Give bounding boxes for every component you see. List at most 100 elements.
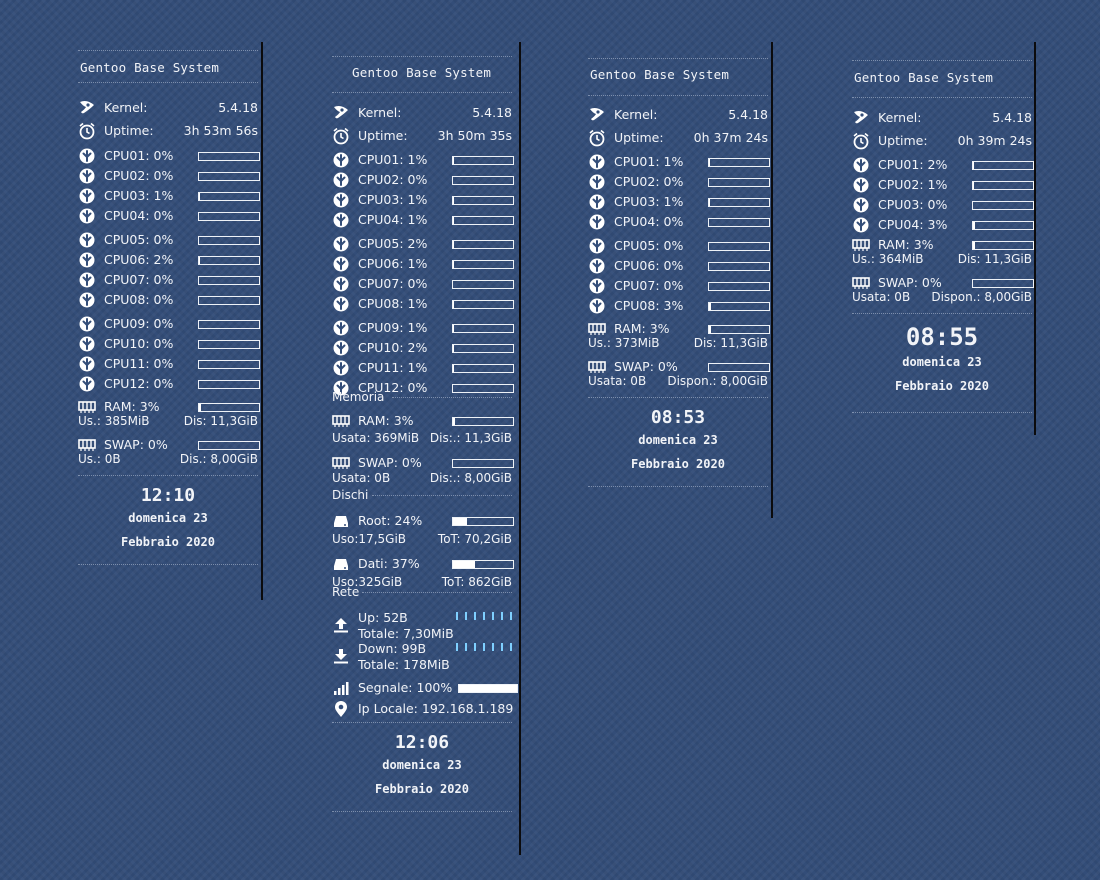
meter-row: CPU10: 2% [332,338,514,358]
meter-row: CPU04: 0% [588,212,770,232]
info-value: 3h 53m 56s [183,123,258,138]
cpu-icon [332,319,350,337]
section-rete: Rete [332,585,360,599]
info-row: Uptime: 0h 37m 24s [588,128,768,148]
cpu-name: CPU12: [104,376,150,391]
separator-line [372,495,512,496]
cpu-value: 3% [663,298,684,313]
signal-bar-fill [459,685,517,692]
cpu-value: 2% [407,236,428,251]
usage-bar [198,320,260,329]
meter-row: CPU09: 0% [78,314,260,334]
cpu-name: CPU01: [614,154,660,169]
cpu-icon [78,271,96,289]
cpu-value: 0% [407,276,428,291]
meter-row: CPU05: 0% [588,236,770,256]
meter-row: CPU01: 1% [588,152,770,172]
clock-month-year: Febbraio 2020 [895,379,989,393]
cpu-value: 0% [153,356,174,371]
meter-label: CPU04: 0% [614,212,683,232]
info-label: Kernel: [104,100,148,115]
cpu-name: CPU08: [614,298,660,313]
usage-bar-fill [973,222,975,229]
cpu-icon [332,295,350,313]
cpu-name: CPU06: [614,258,660,273]
info-label: Uptime: [614,130,664,145]
usage-bar-fill [453,418,455,425]
hard-disk-icon [332,512,350,530]
clock-time: 08:53 [650,407,706,428]
cpu-value: 1% [407,256,428,271]
separator-line [78,475,258,476]
cpu-icon [78,375,96,393]
meter-row: CPU01: 2% [852,155,1034,175]
meter-row: CPU06: 0% [588,256,770,276]
cpu-icon [588,257,606,275]
info-row: Uptime: 3h 50m 35s [332,126,512,146]
info-label: Uptime: [358,128,408,143]
separator-line [852,313,1032,314]
meter-row: CPU09: 1% [332,318,514,338]
meter-label: CPU05: 0% [614,236,683,256]
usage-bar [452,216,514,225]
meter-label: CPU06: 0% [614,256,683,276]
separator-line [392,397,512,398]
panel-title: Gentoo Base System [352,65,492,80]
gentoo-icon [852,109,870,127]
usage-bar [452,417,514,426]
usage-bar [452,240,514,249]
cpu-value: 1% [663,154,684,169]
cpu-name: CPU09: [104,316,150,331]
usage-bar [452,196,514,205]
panel-divider [519,42,521,855]
cpu-value: 0% [663,174,684,189]
meter-label: CPU08: 0% [104,290,173,310]
meter-label: CPU04: 3% [878,215,947,235]
usage-detail: Usata: 0B [852,290,911,304]
alarm-clock-icon [852,132,870,150]
cpu-value: 0% [663,214,684,229]
info-row: Kernel: 5.4.18 [852,108,1032,128]
usage-bar [452,260,514,269]
cpu-icon [588,237,606,255]
location-pin-icon [332,700,350,718]
cpu-name: CPU11: [104,356,150,371]
meter-row: CPU03: 1% [78,186,260,206]
cpu-name: CPU02: [104,168,150,183]
meter-row: Root: 24% [332,511,514,531]
meter-label: CPU08: 1% [358,294,427,314]
meter-label: CPU10: 2% [358,338,427,358]
usage-bar-fill [973,182,974,189]
cpu-name: CPU08: [104,292,150,307]
meter-row: CPU03: 1% [332,190,514,210]
cpu-name: CPU10: [104,336,150,351]
cpu-icon [588,153,606,171]
meter-row: CPU07: 0% [78,270,260,290]
cpu-name: CPU04: [878,217,924,232]
separator-line [332,56,512,57]
meter-label: CPU02: 1% [878,175,947,195]
usage-bar [708,325,770,334]
usage-bar [452,517,514,526]
usage-bar [452,300,514,309]
cpu-value: 0% [153,292,174,307]
ram-icon [332,412,350,430]
separator-line [78,82,258,83]
usage-bar-fill [709,199,710,206]
separator-line [852,97,1032,98]
cpu-value: 0% [663,278,684,293]
meter-row: CPU08: 0% [78,290,260,310]
cpu-value: 0% [153,208,174,223]
cpu-icon [78,315,96,333]
cpu-name: CPU02: [878,177,924,192]
usage-bar-fill [453,561,476,568]
cpu-icon [332,275,350,293]
cpu-icon [78,207,96,225]
separator-line [852,60,1032,61]
usage-bar [708,302,770,311]
meter-label: CPU03: 0% [878,195,947,215]
usage-bar-fill [453,325,454,332]
cpu-icon [78,187,96,205]
meter-label: CPU10: 0% [104,334,173,354]
usage-detail: Dis: 11,3GiB [693,336,768,350]
